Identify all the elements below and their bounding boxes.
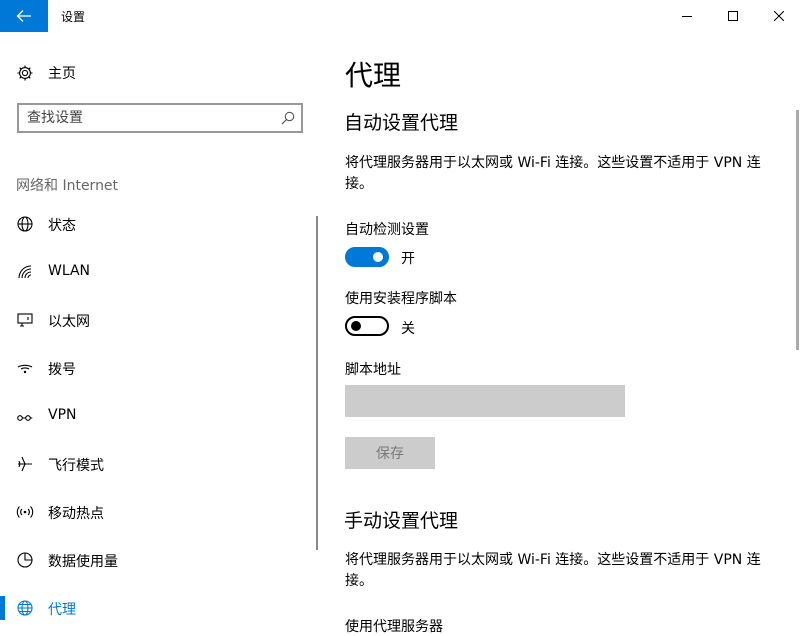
settings-window: 设置 主页 网络和 Internet bbox=[0, 0, 802, 635]
sidebar-item-data-usage[interactable]: 数据使用量 bbox=[0, 540, 316, 580]
script-address-label: 脚本地址 bbox=[345, 362, 401, 378]
sidebar: 主页 网络和 Internet 状态 WLAN 以 bbox=[0, 32, 330, 633]
sidebar-item-proxy[interactable]: 代理 bbox=[0, 588, 316, 628]
sidebar-scrollbar[interactable] bbox=[316, 216, 318, 550]
auto-proxy-heading: 自动设置代理 bbox=[344, 112, 459, 134]
data-usage-icon bbox=[16, 551, 34, 569]
setup-script-toggle[interactable] bbox=[345, 316, 389, 336]
search-icon[interactable] bbox=[281, 111, 295, 125]
search-box[interactable] bbox=[17, 103, 303, 133]
script-address-input[interactable] bbox=[345, 385, 625, 417]
manual-proxy-description: 将代理服务器用于以太网或 Wi-Fi 连接。这些设置不适用于 VPN 连接。 bbox=[345, 552, 761, 589]
toggle-knob bbox=[351, 321, 361, 331]
dialup-icon bbox=[16, 359, 34, 377]
sidebar-item-label: VPN bbox=[48, 407, 77, 423]
close-button[interactable] bbox=[756, 0, 802, 32]
sidebar-item-label: WLAN bbox=[48, 263, 91, 279]
home-link[interactable]: 主页 bbox=[16, 62, 76, 84]
minimize-icon bbox=[682, 16, 692, 17]
active-indicator bbox=[0, 596, 5, 620]
content-scrollbar[interactable] bbox=[796, 110, 799, 350]
sidebar-item-wlan[interactable]: WLAN bbox=[0, 252, 316, 292]
minimize-button[interactable] bbox=[664, 0, 710, 32]
page-title: 代理 bbox=[345, 59, 402, 92]
close-icon bbox=[774, 11, 784, 21]
section-label: 网络和 Internet bbox=[16, 178, 119, 194]
globe-status-icon bbox=[16, 215, 34, 233]
maximize-button[interactable] bbox=[710, 0, 756, 32]
ethernet-icon bbox=[16, 311, 34, 329]
auto-detect-label: 自动检测设置 bbox=[345, 222, 429, 238]
back-button[interactable] bbox=[0, 0, 48, 32]
setup-script-label: 使用安装程序脚本 bbox=[345, 291, 457, 307]
auto-detect-state: 开 bbox=[401, 251, 415, 267]
save-button[interactable]: 保存 bbox=[345, 437, 435, 469]
globe-icon bbox=[16, 599, 34, 617]
sidebar-item-label: 拨号 bbox=[48, 362, 76, 378]
wifi-icon bbox=[16, 263, 34, 281]
use-proxy-label: 使用代理服务器 bbox=[345, 619, 443, 635]
sidebar-item-mobile-hotspot[interactable]: 移动热点 bbox=[0, 492, 316, 532]
setup-script-state: 关 bbox=[401, 321, 415, 337]
vpn-icon bbox=[16, 407, 34, 425]
main-content: 代理 自动设置代理 将代理服务器用于以太网或 Wi-Fi 连接。这些设置不适用于… bbox=[330, 32, 802, 635]
sidebar-item-label: 飞行模式 bbox=[48, 458, 104, 474]
arrow-left-icon bbox=[16, 10, 31, 22]
airplane-icon bbox=[16, 455, 34, 473]
sidebar-item-label: 数据使用量 bbox=[48, 554, 118, 570]
sidebar-item-label: 状态 bbox=[48, 218, 76, 234]
hotspot-icon bbox=[16, 503, 34, 521]
search-input[interactable] bbox=[27, 109, 267, 127]
sidebar-item-vpn[interactable]: VPN bbox=[0, 396, 316, 436]
sidebar-item-label: 以太网 bbox=[48, 314, 90, 330]
sidebar-item-label: 代理 bbox=[48, 602, 76, 618]
title-bar: 设置 bbox=[0, 0, 802, 32]
maximize-icon bbox=[728, 11, 738, 21]
window-title: 设置 bbox=[61, 10, 86, 24]
gear-icon bbox=[17, 65, 33, 81]
home-label: 主页 bbox=[48, 66, 76, 82]
toggle-knob bbox=[373, 252, 383, 262]
auto-detect-toggle[interactable] bbox=[345, 247, 389, 267]
manual-proxy-heading: 手动设置代理 bbox=[344, 510, 459, 532]
sidebar-item-dialup[interactable]: 拨号 bbox=[0, 348, 316, 388]
sidebar-item-status[interactable]: 状态 bbox=[0, 204, 316, 244]
sidebar-item-ethernet[interactable]: 以太网 bbox=[0, 300, 316, 340]
auto-proxy-description: 将代理服务器用于以太网或 Wi-Fi 连接。这些设置不适用于 VPN 连接。 bbox=[345, 155, 761, 192]
sidebar-item-airplane-mode[interactable]: 飞行模式 bbox=[0, 444, 316, 484]
sidebar-item-label: 移动热点 bbox=[48, 506, 104, 522]
